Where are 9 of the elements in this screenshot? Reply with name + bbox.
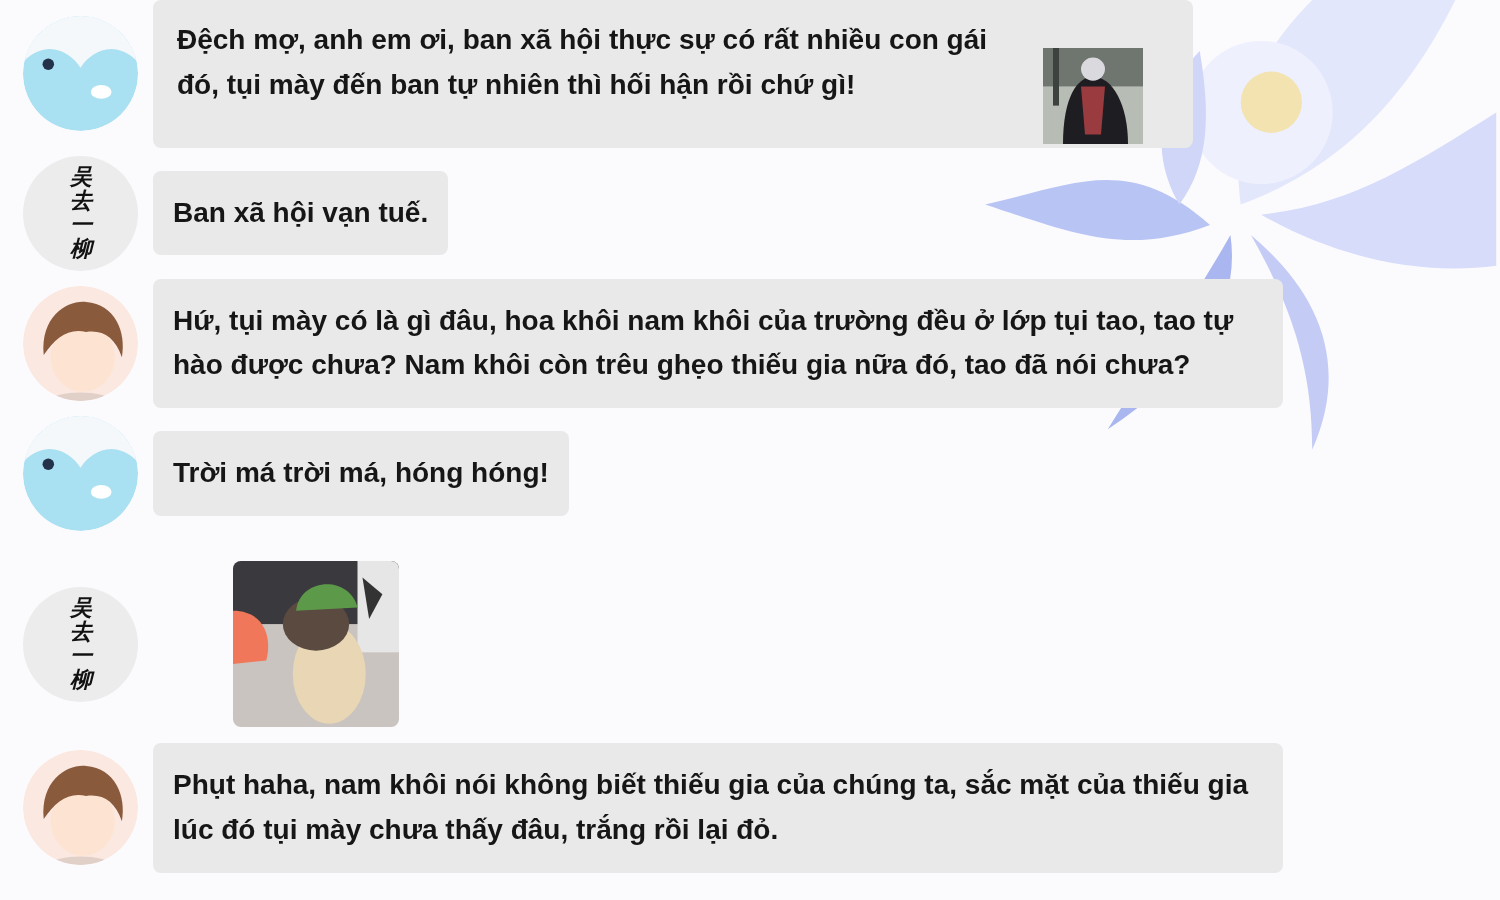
person-avatar-icon (23, 750, 138, 866)
message-text: Trời má trời má, hóng hóng! (173, 456, 549, 491)
bird-avatar-icon (23, 416, 138, 532)
person-avatar-icon (23, 285, 138, 401)
message-text: Đệch mợ, anh em ơi, ban xã hội thực sự có rất nhiều con gái đó, tụi mày đến ban tự nhiên thì hối hận rồi chứ gì! (177, 23, 989, 102)
bird-avatar-icon (23, 16, 138, 132)
message-text: Ban xã hội vạn tuế. (173, 195, 429, 230)
message-text: Phụt haha, nam khôi nói không biết thiếu gia của chúng ta, sắc mặt của thiếu gia lúc đó tụi mày chưa thấy đâu, trắng rồi lại đỏ. (173, 768, 1250, 847)
message-text: Hứ, tụi mày có là gì đâu, hoa khôi nam khôi của trường đều ở lớp tụi tao, tao tự hào được chưa? Nam khôi còn trêu ghẹo thiếu gia nữa đó, tao đã nói chưa? (173, 303, 1235, 383)
